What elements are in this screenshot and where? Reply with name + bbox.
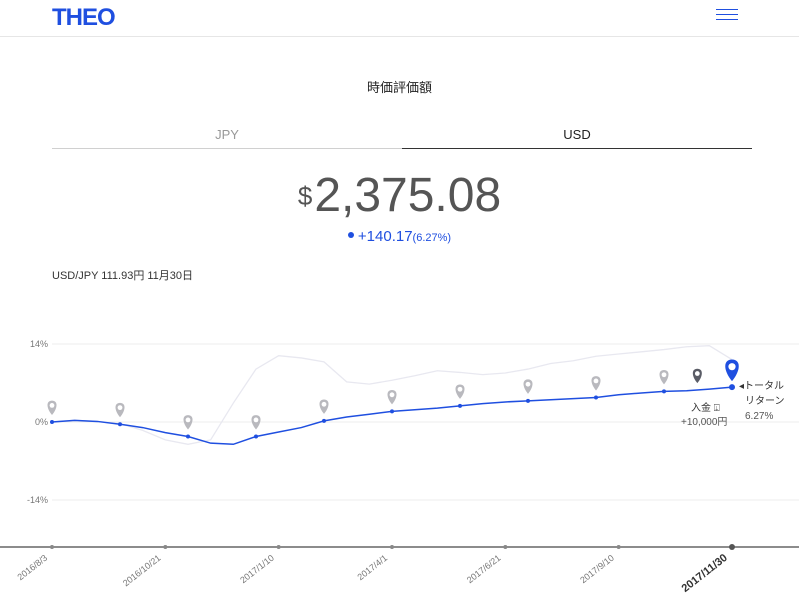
currency-tabs: JPY USD — [52, 127, 752, 149]
deposit-label: 入金 ⍗ — [691, 401, 720, 414]
exchange-rate: USD/JPY 111.93円 11月30日 — [52, 270, 194, 282]
hamburger-menu-icon[interactable] — [716, 9, 738, 23]
current-value-dot — [729, 384, 735, 391]
valuation-change: +140.17(6.27%) — [0, 228, 799, 245]
deposit-marker-icon[interactable] — [455, 384, 465, 399]
deposit-marker-icon[interactable] — [692, 368, 702, 384]
current-location-icon[interactable] — [725, 359, 739, 382]
deposit-marker-icon[interactable] — [659, 369, 669, 385]
valuation-value: 2,375.08 — [314, 169, 502, 222]
x-tick-dot — [276, 545, 281, 549]
x-tick-dot — [503, 545, 508, 549]
deposit-marker-icon[interactable] — [115, 402, 125, 418]
deposit-dot — [186, 434, 190, 439]
change-dot-icon — [347, 232, 354, 238]
deposit-marker-icon[interactable] — [387, 390, 397, 405]
tab-jpy[interactable]: JPY — [52, 127, 402, 149]
x-tick-dot — [390, 545, 394, 549]
deposit-marker-icon[interactable] — [591, 376, 601, 391]
y-tick-label: 0% — [35, 417, 48, 427]
x-tick-label: 2016/8/3 — [15, 553, 49, 582]
change-percent: (6.27%) — [412, 232, 452, 244]
x-tick-label: 2017/9/10 — [578, 553, 616, 586]
deposit-dot — [662, 389, 666, 394]
deposit-marker-icon[interactable] — [319, 399, 329, 414]
x-tick-dot — [729, 544, 735, 550]
deposit-amount: +10,000円 — [681, 417, 727, 428]
deposit-dot — [118, 422, 122, 427]
theo-logo[interactable]: THEO — [52, 4, 116, 32]
x-tick-dot — [616, 545, 621, 549]
deposit-dot — [50, 420, 54, 424]
deposit-dot — [458, 403, 462, 408]
x-tick-label: 2017/1/10 — [238, 553, 276, 586]
app-header: THEO — [0, 0, 799, 37]
total-return-value: 6.27% — [745, 411, 773, 422]
x-tick-label: 2016/10/21 — [121, 553, 163, 589]
x-tick-label: 2017/6/21 — [465, 553, 503, 586]
x-tick-label: 2017/11/30 — [680, 552, 730, 595]
total-return-label: ◂トータル — [739, 380, 784, 392]
x-tick-dot — [50, 545, 54, 549]
deposit-marker-icon[interactable] — [523, 379, 533, 394]
x-tick-dot — [163, 545, 168, 549]
performance-chart[interactable]: 14% 0% -14% 2016/8/3 2016/10/21 2017/1/10 2017… — [0, 330, 799, 613]
deposit-dot — [594, 395, 598, 400]
deposit-marker-icon[interactable] — [251, 415, 261, 430]
valuation-amount: $2,375.08 — [0, 168, 799, 223]
deposit-dot — [254, 434, 258, 439]
x-tick-label: 2017/4/1 — [355, 553, 389, 582]
y-tick-label: -14% — [27, 495, 48, 505]
page-title: 時価評価額 — [366, 80, 432, 95]
deposit-marker-icon[interactable] — [47, 400, 57, 415]
tab-usd[interactable]: USD — [402, 127, 752, 149]
y-tick-label: 14% — [30, 339, 48, 349]
change-amount: +140.17 — [357, 228, 413, 245]
currency-symbol: $ — [297, 181, 313, 211]
deposit-marker-icon[interactable] — [183, 415, 193, 430]
deposit-dot — [526, 398, 530, 403]
deposit-dot — [322, 418, 326, 423]
deposit-dot — [390, 409, 394, 414]
total-return-label: リターン — [745, 395, 785, 407]
